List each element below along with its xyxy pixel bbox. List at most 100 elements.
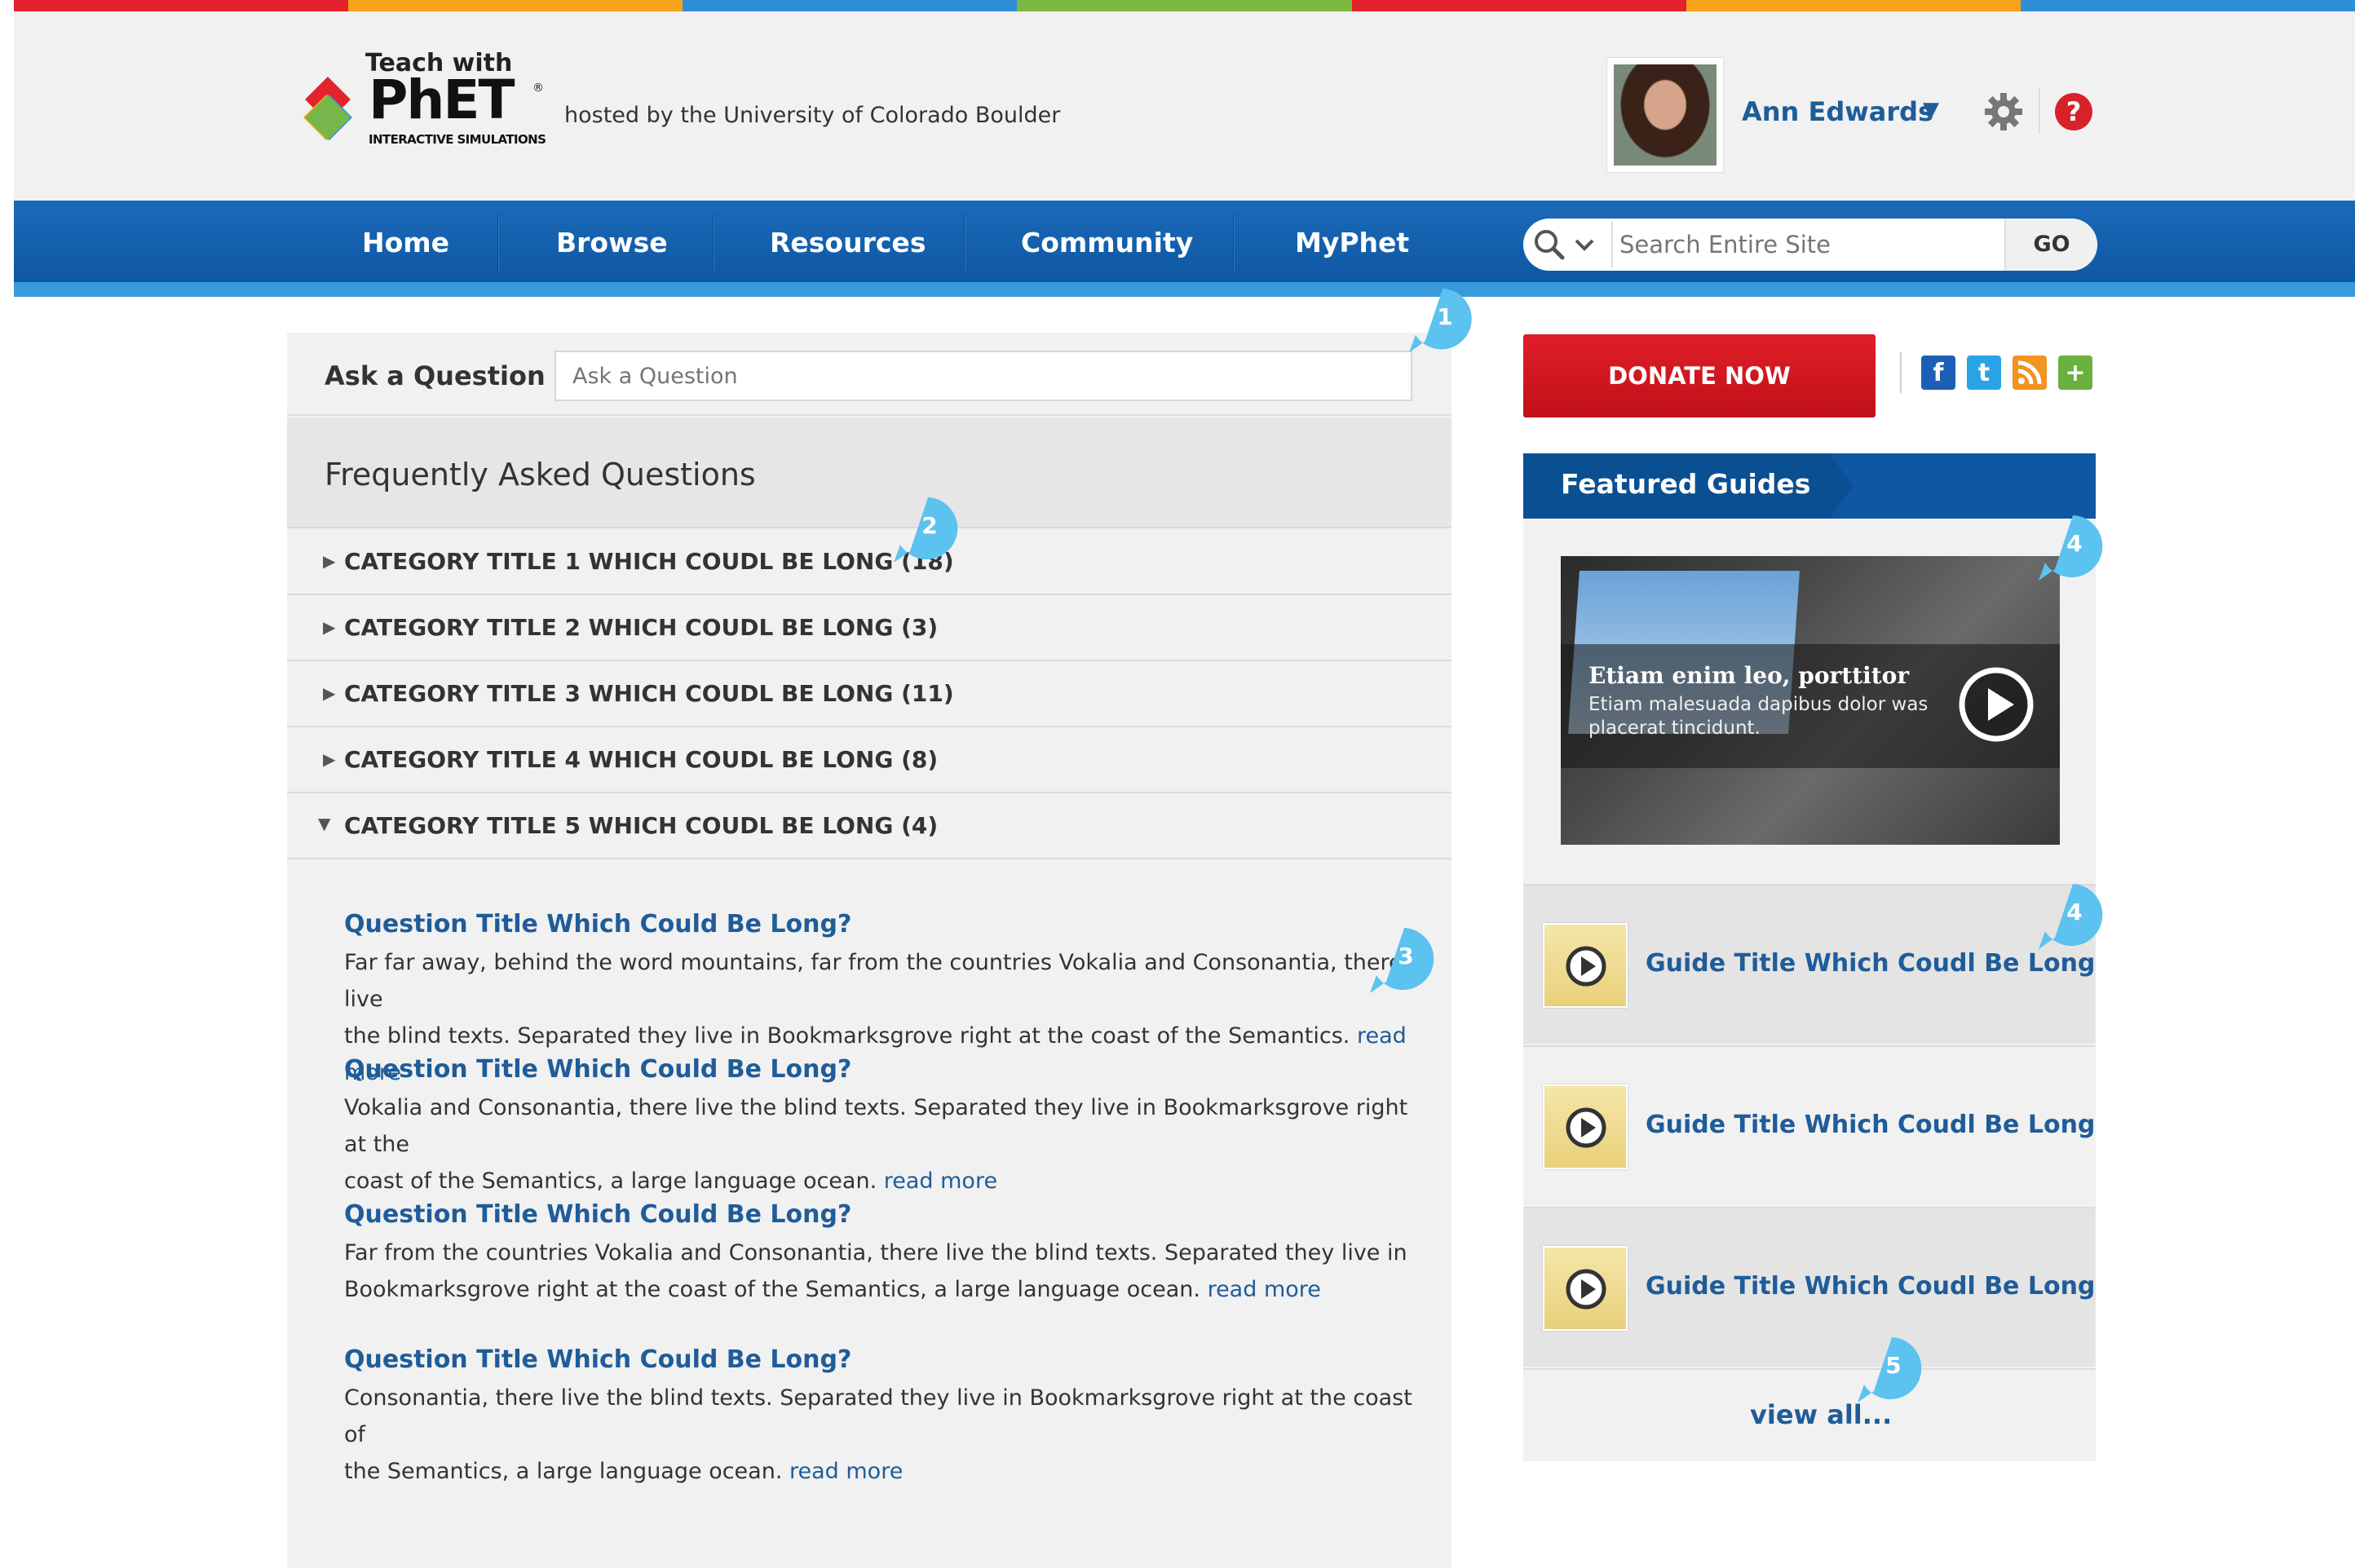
guide-title[interactable]: Guide Title Which Coudl Be Long bbox=[1646, 1272, 2095, 1301]
annotation-callout: 3 bbox=[1370, 928, 1434, 993]
question-body: Consonantia, there live the blind texts.… bbox=[344, 1380, 1421, 1490]
view-all-link[interactable]: view all... bbox=[1750, 1399, 1892, 1430]
question-body: Far from the countries Vokalia and Conso… bbox=[344, 1235, 1421, 1308]
annotation-callout: 5 bbox=[1858, 1337, 1922, 1402]
hosted-by-text: hosted by the University of Colorado Bou… bbox=[564, 103, 1061, 128]
nav-home[interactable]: Home bbox=[362, 227, 449, 258]
header-divider bbox=[2039, 88, 2040, 134]
caret-right-icon: ▶ bbox=[323, 551, 336, 571]
question-title[interactable]: Question Title Which Could Be Long? bbox=[344, 910, 851, 939]
nav-separator bbox=[497, 214, 499, 272]
twitter-icon[interactable]: t bbox=[1967, 356, 2001, 390]
question-body-text: coast of the Semantics, a large language… bbox=[344, 1168, 877, 1194]
guide-title[interactable]: Guide Title Which Coudl Be Long bbox=[1646, 1111, 2095, 1139]
chevron-down-icon[interactable] bbox=[1574, 236, 1595, 253]
faq-category-row[interactable]: ▶ CATEGORY TITLE 1 WHICH COUDL BE LONG (… bbox=[287, 530, 1451, 595]
stripe-segment bbox=[683, 0, 1018, 11]
annotation-callout: 1 bbox=[1409, 288, 1472, 353]
nav-separator bbox=[713, 214, 714, 272]
guide-list-item[interactable]: Guide Title Which Coudl Be Long bbox=[1523, 1045, 2096, 1205]
question-body-line: Bookmarksgrove right at the coast of the… bbox=[344, 1271, 1421, 1308]
faq-category-row[interactable]: ▶ CATEGORY TITLE 4 WHICH COUDL BE LONG (… bbox=[287, 728, 1451, 793]
search-input[interactable] bbox=[1619, 222, 2003, 267]
question-body-line: Consonantia, there live the blind texts.… bbox=[344, 1385, 1412, 1447]
callout-number: 5 bbox=[1885, 1352, 1901, 1379]
nav-browse[interactable]: Browse bbox=[556, 227, 668, 258]
nav-separator bbox=[1233, 214, 1235, 272]
play-icon[interactable] bbox=[1957, 665, 2035, 744]
faq-category-title[interactable]: CATEGORY TITLE 5 WHICH COUDL BE LONG (4) bbox=[344, 812, 938, 839]
faq-category-title[interactable]: CATEGORY TITLE 1 WHICH COUDL BE LONG (18… bbox=[344, 548, 954, 575]
caret-right-icon: ▶ bbox=[323, 749, 336, 769]
faq-category-title[interactable]: CATEGORY TITLE 4 WHICH COUDL BE LONG (8) bbox=[344, 746, 938, 773]
guide-title[interactable]: Guide Title Which Coudl Be Long bbox=[1646, 949, 2095, 978]
caret-right-icon: ▶ bbox=[323, 683, 336, 703]
annotation-callout: 4 bbox=[2039, 515, 2103, 581]
social-divider bbox=[1900, 352, 1902, 393]
color-stripe bbox=[14, 0, 2355, 11]
guide-list-item[interactable]: Guide Title Which Coudl Be Long bbox=[1523, 884, 2096, 1044]
video-title[interactable]: Etiam enim leo, porttitor bbox=[1588, 662, 1909, 689]
chevron-down-icon[interactable]: ▼ bbox=[1923, 98, 1939, 122]
nav-resources[interactable]: Resources bbox=[770, 227, 926, 258]
ask-question-input[interactable] bbox=[555, 351, 1412, 401]
search-divider bbox=[1611, 222, 1613, 267]
faq-title: Frequently Asked Questions bbox=[325, 457, 756, 492]
avatar[interactable] bbox=[1606, 57, 1724, 173]
question-title[interactable]: Question Title Which Could Be Long? bbox=[344, 1345, 851, 1374]
gear-icon[interactable] bbox=[1983, 91, 2024, 132]
callout-number: 4 bbox=[2066, 530, 2082, 557]
faq-category-row[interactable]: ▶ CATEGORY TITLE 3 WHICH COUDL BE LONG (… bbox=[287, 662, 1451, 727]
question-body-line: Vokalia and Consonantia, there live the … bbox=[344, 1095, 1408, 1157]
callout-number: 1 bbox=[1437, 303, 1452, 330]
question-title[interactable]: Question Title Which Could Be Long? bbox=[344, 1200, 851, 1229]
read-more-link[interactable]: read more bbox=[789, 1459, 903, 1484]
caret-down-icon: ▼ bbox=[318, 814, 331, 833]
navbar-accent-line bbox=[14, 282, 2355, 297]
question-body: Vokalia and Consonantia, there live the … bbox=[344, 1089, 1421, 1199]
guide-divider bbox=[1523, 1368, 2096, 1370]
play-icon[interactable] bbox=[1564, 1267, 1608, 1311]
stripe-segment bbox=[2020, 0, 2355, 11]
help-icon[interactable]: ? bbox=[2055, 93, 2092, 130]
facebook-icon[interactable]: f bbox=[1921, 356, 1955, 390]
question-body-text: the Semantics, a large language ocean. bbox=[344, 1459, 783, 1484]
search-icon[interactable] bbox=[1531, 227, 1567, 263]
read-more-link[interactable]: read more bbox=[1208, 1277, 1321, 1302]
faq-category-row[interactable]: ▶ CATEGORY TITLE 2 WHICH COUDL BE LONG (… bbox=[287, 596, 1451, 661]
question-body-text: the blind texts. Separated they live in … bbox=[344, 1023, 1350, 1049]
donate-button[interactable]: DONATE NOW bbox=[1523, 334, 1876, 417]
annotation-callout: 4 bbox=[2039, 884, 2103, 949]
question-body-line: the Semantics, a large language ocean. r… bbox=[344, 1453, 1421, 1490]
plus-icon[interactable]: + bbox=[2058, 356, 2092, 390]
search-go-button[interactable]: GO bbox=[2004, 219, 2097, 271]
nav-myphet[interactable]: MyPhet bbox=[1295, 227, 1409, 258]
question-body-line: Far far away, behind the word mountains,… bbox=[344, 950, 1403, 1012]
play-icon[interactable] bbox=[1564, 944, 1608, 988]
faq-category-title[interactable]: CATEGORY TITLE 2 WHICH COUDL BE LONG (3) bbox=[344, 614, 938, 641]
stripe-segment bbox=[348, 0, 683, 11]
guide-list-item[interactable]: Guide Title Which Coudl Be Long bbox=[1523, 1207, 2096, 1367]
phet-wordmark[interactable]: PhET bbox=[369, 72, 515, 129]
callout-number: 4 bbox=[2066, 899, 2082, 925]
ask-question-label: Ask a Question bbox=[325, 360, 546, 391]
rss-icon[interactable] bbox=[2013, 356, 2047, 390]
faq-category-title[interactable]: CATEGORY TITLE 3 WHICH COUDL BE LONG (11… bbox=[344, 680, 954, 707]
logo-subtitle: INTERACTIVE SIMULATIONS bbox=[369, 132, 546, 147]
question-body-line: Far from the countries Vokalia and Conso… bbox=[344, 1240, 1407, 1265]
nav-separator bbox=[964, 214, 965, 272]
question-body-line: coast of the Semantics, a large language… bbox=[344, 1163, 1421, 1199]
stripe-segment bbox=[1017, 0, 1352, 11]
play-icon[interactable] bbox=[1564, 1106, 1608, 1150]
question-title[interactable]: Question Title Which Could Be Long? bbox=[344, 1055, 851, 1084]
faq-category-row-expanded[interactable]: ▼ CATEGORY TITLE 5 WHICH COUDL BE LONG (… bbox=[287, 794, 1451, 859]
question-body-text: Bookmarksgrove right at the coast of the… bbox=[344, 1277, 1200, 1302]
featured-guides-title: Featured Guides bbox=[1561, 468, 1811, 500]
nav-community[interactable]: Community bbox=[1021, 227, 1193, 258]
callout-number: 2 bbox=[921, 512, 937, 539]
avatar-image bbox=[1614, 64, 1717, 166]
read-more-link[interactable]: read more bbox=[884, 1168, 997, 1194]
stripe-segment bbox=[1351, 0, 1686, 11]
callout-number: 3 bbox=[1398, 943, 1413, 970]
user-menu-name[interactable]: Ann Edwards bbox=[1742, 96, 1933, 127]
